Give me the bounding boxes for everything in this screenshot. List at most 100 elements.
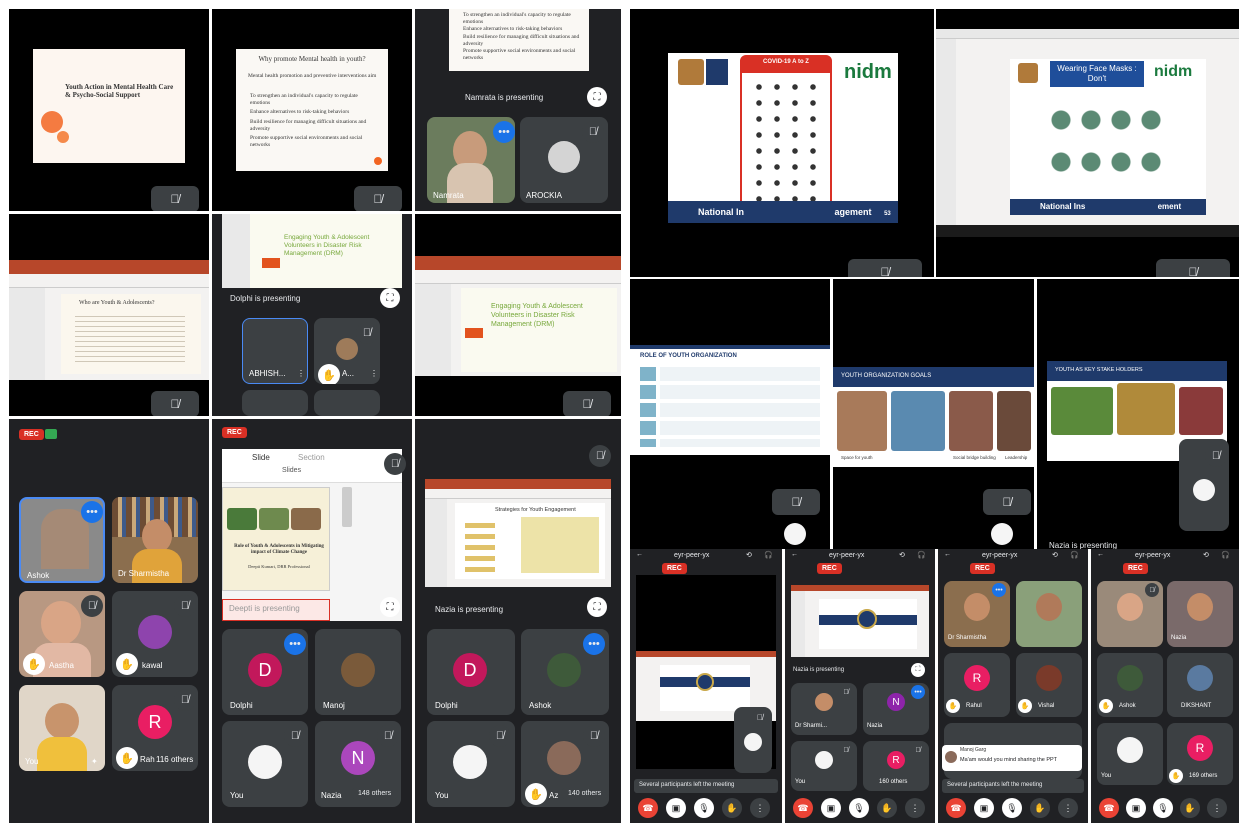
mic-off-icon[interactable]: 🎙 <box>1002 798 1022 818</box>
participant-tile-nazia[interactable]: Nazia <box>1167 581 1233 647</box>
end-call-icon[interactable]: ☎ <box>638 798 658 818</box>
participant-tile-manoj[interactable] <box>1016 581 1082 647</box>
participant-tile-az[interactable]: 🎙̸ ✋ Az 140 others <box>521 721 609 807</box>
back-icon[interactable]: ← <box>1097 551 1104 558</box>
participant-tile-arockia[interactable]: 🎙̸ AROCKIA <box>520 117 608 203</box>
participant-tile-manoj[interactable]: Manoj <box>315 629 401 715</box>
participant-tile-others[interactable]: R 🎙̸ 160 others <box>863 741 929 791</box>
participant-tile-vishal[interactable]: ✋ Vishal <box>1016 653 1082 717</box>
participant-tile-dr-sharmistha[interactable]: ••• Dr Sharmistha <box>944 581 1010 647</box>
end-call-icon[interactable]: ☎ <box>793 798 813 818</box>
others-count[interactable]: 140 others <box>561 787 609 800</box>
meeting-code[interactable]: eyr-peer-yx <box>1135 552 1170 559</box>
participant-tile-you[interactable]: You <box>1097 723 1163 785</box>
participant-tile-others[interactable]: R ✋ 169 others <box>1167 723 1233 785</box>
end-call-icon[interactable]: ☎ <box>1099 798 1119 818</box>
participant-tile-ashok[interactable]: ••• Ashok <box>521 629 609 715</box>
switch-camera-icon[interactable]: ⟲ <box>1052 551 1058 559</box>
back-icon[interactable]: ← <box>944 551 951 558</box>
participant-tile-dolphi[interactable]: D ••• Dolphi <box>222 629 308 715</box>
scrollbar[interactable] <box>342 487 352 527</box>
effects-icon[interactable]: ✦ <box>91 757 98 766</box>
back-icon[interactable]: ← <box>636 551 643 558</box>
slide-list <box>465 517 495 573</box>
raise-hand-icon[interactable]: ✋ <box>1180 798 1200 818</box>
more-options-icon[interactable]: ⋮ <box>750 798 770 818</box>
participant-tile-kawal[interactable]: 🎙̸ ✋ kawal <box>112 591 198 677</box>
fullscreen-icon[interactable]: ⛶ <box>587 87 607 107</box>
others-count[interactable]: 160 others <box>879 779 907 785</box>
mic-off-icon[interactable]: 🎙 <box>694 798 714 818</box>
fullscreen-icon[interactable]: ⛶ <box>380 597 400 617</box>
slide-thumbnail-selected[interactable]: Deepti is presenting <box>222 599 330 621</box>
fullscreen-icon[interactable]: ⛶ <box>911 663 925 677</box>
participant-tile-nazia[interactable]: N ••• Nazia <box>863 683 929 735</box>
audio-output-icon[interactable]: 🎧 <box>764 551 773 559</box>
participant-tile-you[interactable]: 🎙̸ You <box>427 721 515 807</box>
camera-off-icon[interactable]: ▣ <box>974 798 994 818</box>
camera-off-icon[interactable]: ▣ <box>1126 798 1146 818</box>
raise-hand-icon[interactable]: ✋ <box>1030 798 1050 818</box>
more-options-icon[interactable]: ⋮ <box>1058 798 1078 818</box>
participant-tile[interactable]: 🎙̸ <box>1097 581 1163 647</box>
fullscreen-icon[interactable]: ⛶ <box>587 597 607 617</box>
more-options-icon[interactable]: ⋮ <box>905 798 925 818</box>
switch-camera-icon[interactable]: ⟲ <box>1203 551 1209 559</box>
tab-slide[interactable]: Slide <box>252 453 270 462</box>
self-view-tile[interactable]: 🎙̸ <box>734 707 772 773</box>
participant-tile-ashok[interactable]: ✋ Ashok <box>1097 653 1163 717</box>
fullscreen-icon[interactable]: ⛶ <box>380 288 400 308</box>
participant-tile-a[interactable]: 🎙̸ ✋ A... ⋮ <box>314 318 380 384</box>
participant-tile-you[interactable]: 🎙̸ You <box>791 741 857 791</box>
participant-tile-rah[interactable]: R 🎙̸ ✋ Rah 116 others <box>112 685 198 771</box>
more-options-icon[interactable]: ⋮ <box>370 369 378 378</box>
others-count[interactable]: 116 others <box>156 755 193 764</box>
mic-off-icon[interactable]: 🎙 <box>1153 798 1173 818</box>
switch-camera-icon[interactable]: ⟲ <box>899 551 905 559</box>
participant-tile-you[interactable]: You ✦ <box>19 685 105 771</box>
slide-why-promote: Why promote Mental health in youth? Ment… <box>236 49 388 171</box>
participant-tile-dr-sharmi[interactable]: 🎙̸ Dr Sharmi... <box>791 683 857 735</box>
participant-tile-dr-sharmistha[interactable]: Dr Sharmistha <box>112 497 198 583</box>
raise-hand-icon[interactable]: ✋ <box>877 798 897 818</box>
participant-tile-abhish[interactable]: ABHISH... ⋮ <box>242 318 308 384</box>
slide-photo <box>997 391 1031 451</box>
participant-tile-dolphi[interactable]: D Dolphi <box>427 629 515 715</box>
participant-tile-ashok[interactable]: ••• Ashok <box>19 497 105 583</box>
switch-camera-icon[interactable]: ⟲ <box>746 551 752 559</box>
tab-section[interactable]: Section <box>298 453 325 462</box>
participant-tile[interactable] <box>242 390 308 416</box>
meeting-code[interactable]: eyr-peer-yx <box>982 552 1017 559</box>
others-count[interactable]: 169 others <box>1189 773 1217 779</box>
chat-bubble[interactable]: Manoj Garg Ma'am would you mind sharing … <box>942 745 1082 771</box>
raise-hand-icon[interactable]: ✋ <box>722 798 742 818</box>
others-count[interactable]: 148 others <box>351 787 399 800</box>
control-bar: ☎ ▣ 🎙 ✋ ⋮ <box>1091 793 1239 823</box>
more-options-icon[interactable]: ⋮ <box>297 369 305 378</box>
avatar <box>336 338 358 360</box>
mask-illustrations <box>1046 99 1166 189</box>
participant-tile-dikshant[interactable]: DIKSHANT <box>1167 653 1233 717</box>
participant-tile-nazia[interactable]: N 🎙̸ Nazia 148 others <box>315 721 401 807</box>
participant-tile[interactable] <box>314 390 380 416</box>
ppt-thumbnail-column <box>222 214 250 288</box>
participant-tile-you[interactable]: 🎙̸ You <box>222 721 308 807</box>
back-icon[interactable]: ← <box>791 551 798 558</box>
more-options-icon[interactable]: ⋮ <box>1207 798 1227 818</box>
audio-output-icon[interactable]: 🎧 <box>1221 551 1230 559</box>
end-call-icon[interactable]: ☎ <box>946 798 966 818</box>
meeting-code[interactable]: eyr-peer-yx <box>674 552 709 559</box>
meet-grid-view-1: REC ••• Ashok Dr Sharmistha 🎙̸ ✋ Aastha … <box>9 419 209 823</box>
participant-tile-namrata[interactable]: ••• Namrata <box>427 117 515 203</box>
participant-tile-aastha[interactable]: 🎙̸ ✋ Aastha <box>19 591 105 677</box>
participant-tile[interactable]: 🎙̸ <box>1179 439 1229 531</box>
camera-off-icon[interactable]: ▣ <box>821 798 841 818</box>
participant-name: AROCKIA <box>526 191 563 200</box>
mic-off-icon[interactable]: 🎙 <box>849 798 869 818</box>
participant-tile-rahul[interactable]: R ✋ Rahul <box>944 653 1010 717</box>
audio-output-icon[interactable]: 🎧 <box>917 551 926 559</box>
avatar <box>1117 665 1143 691</box>
camera-off-icon[interactable]: ▣ <box>666 798 686 818</box>
audio-output-icon[interactable]: 🎧 <box>1070 551 1079 559</box>
meeting-code[interactable]: eyr-peer-yx <box>829 552 864 559</box>
